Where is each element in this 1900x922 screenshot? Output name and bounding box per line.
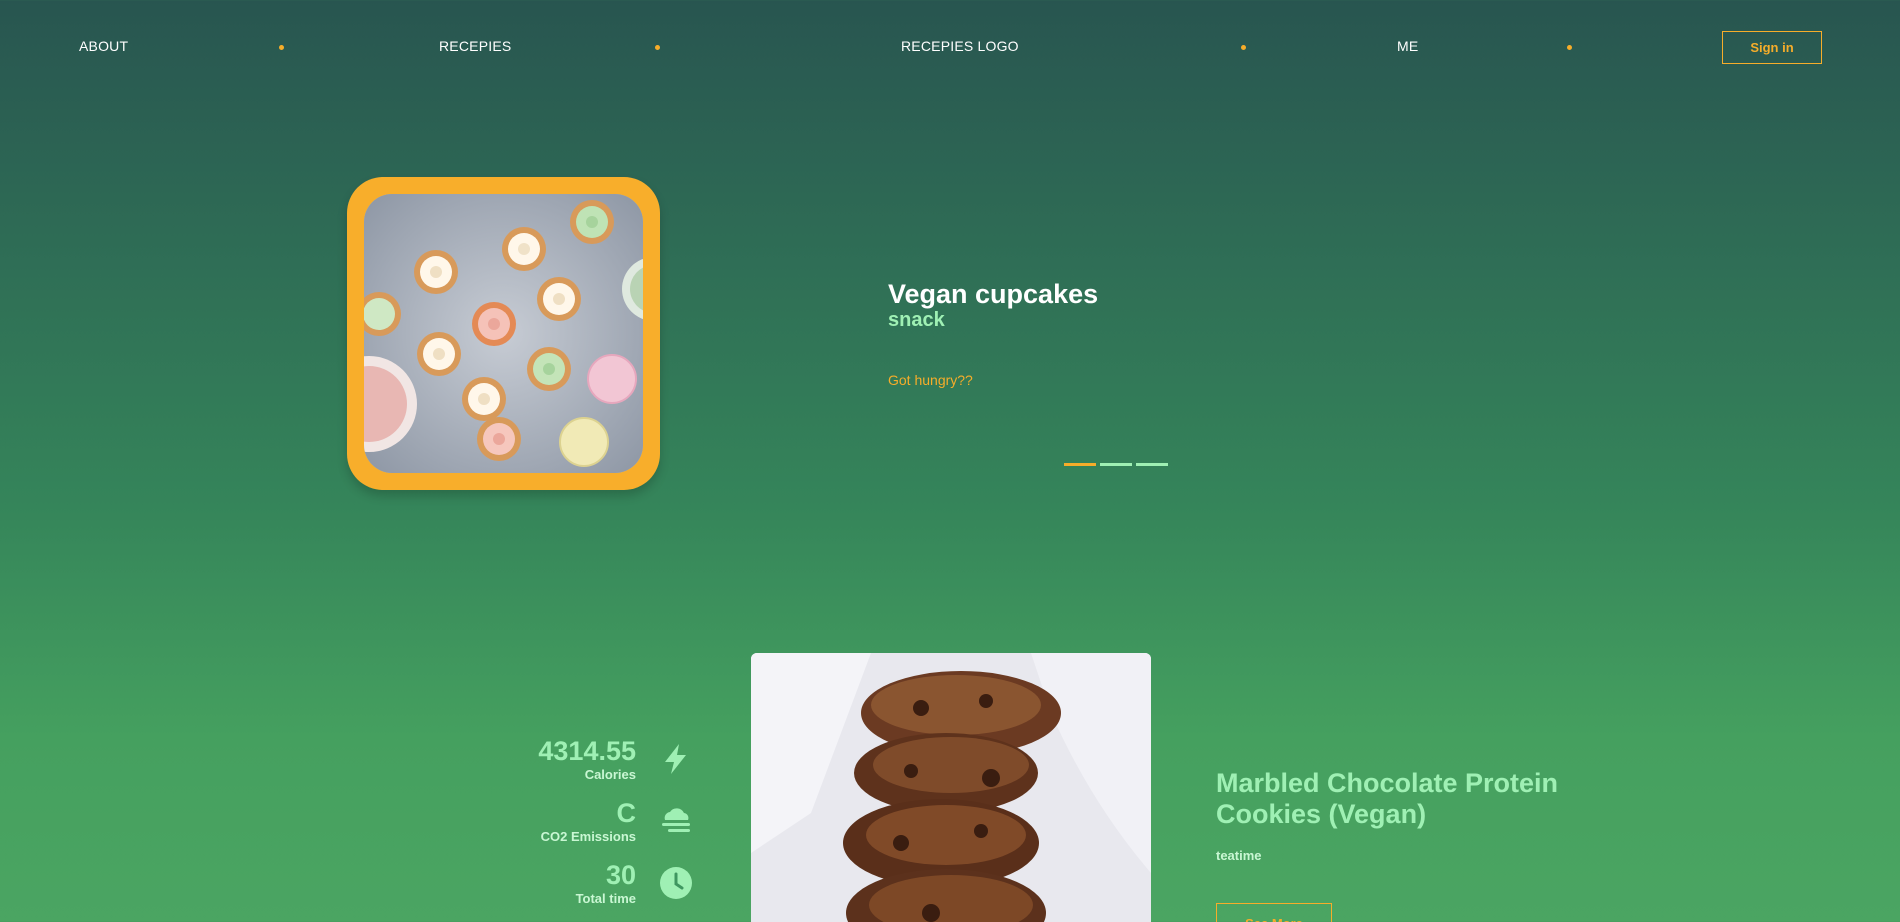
co2-label: CO2 Emissions — [540, 829, 636, 844]
lightning-icon — [659, 742, 693, 776]
sign-in-button[interactable]: Sign in — [1722, 31, 1822, 64]
nav-logo-link[interactable]: RECEPIES LOGO — [901, 38, 1019, 54]
hero-title: Vegan cupcakes — [888, 279, 1099, 309]
slide-indicator-2[interactable] — [1100, 463, 1132, 466]
hero-category: snack — [888, 309, 945, 331]
nav-separator-dot — [1567, 45, 1572, 50]
hero-image-frame — [347, 177, 660, 490]
see-more-button[interactable]: See More — [1216, 903, 1332, 922]
calories-value: 4314.55 — [538, 736, 636, 766]
nav-about-link[interactable]: ABOUT — [79, 38, 128, 54]
clock-icon — [659, 866, 693, 900]
co2-value: C — [616, 798, 637, 828]
featured-recipe-category: teatime — [1216, 848, 1262, 863]
cloud-icon — [659, 803, 693, 837]
slide-indicator-1[interactable] — [1064, 463, 1096, 466]
nav-separator-dot — [655, 45, 660, 50]
nav-separator-dot — [1241, 45, 1246, 50]
hero-cupcakes-image[interactable] — [364, 194, 643, 473]
time-value: 30 — [605, 860, 636, 890]
nav-recipes-link[interactable]: RECEPIES — [439, 38, 511, 54]
top-navigation: ABOUT RECEPIES RECEPIES LOGO ME Sign in — [0, 0, 1900, 95]
featured-recipe-title: Marbled Chocolate Protein Cookies (Vegan… — [1216, 768, 1559, 829]
featured-cookies-image[interactable] — [751, 653, 1151, 922]
hero-tagline: Got hungry?? — [888, 372, 973, 388]
time-label: Total time — [575, 891, 636, 906]
cupcakes-illustration — [364, 194, 643, 473]
nav-separator-dot — [279, 45, 284, 50]
nav-me-link[interactable]: ME — [1397, 38, 1418, 54]
cookies-illustration — [751, 653, 1151, 922]
calories-label: Calories — [584, 767, 636, 782]
slide-indicator-3[interactable] — [1136, 463, 1168, 466]
